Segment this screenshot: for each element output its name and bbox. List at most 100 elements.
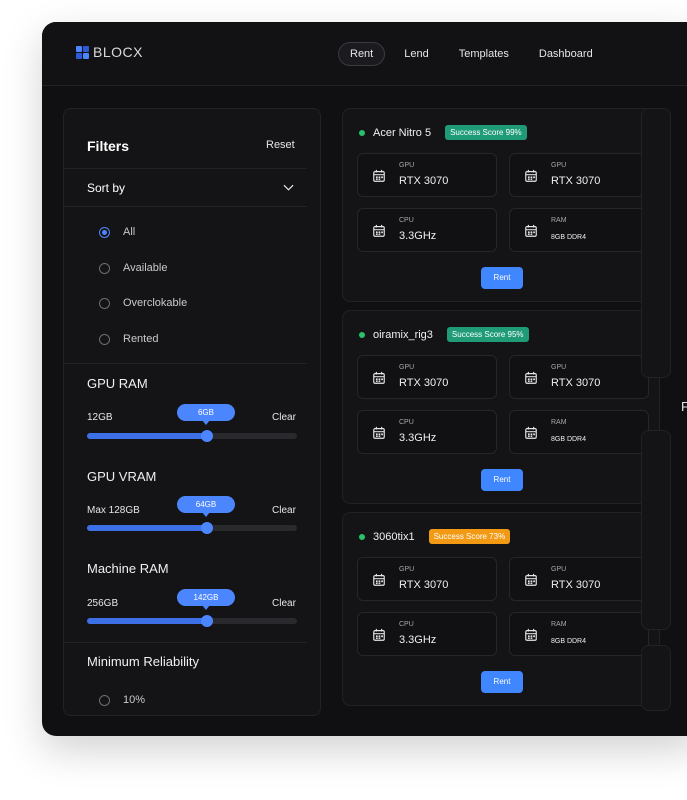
spec-tile: GPU RTX 3070 <box>509 557 649 601</box>
spec-tile: RAM 8GB DDR4 <box>509 410 649 454</box>
sort-by-label[interactable]: Sort by <box>87 181 125 195</box>
spec-tile: CPU 3.3GHz <box>357 208 497 252</box>
nav-lend[interactable]: Lend <box>393 43 439 65</box>
next-column-heading: F <box>681 399 687 414</box>
spec-tile: RAM 8GB DDR4 <box>509 208 649 252</box>
spec-tile: GPU RTX 3070 <box>357 153 497 197</box>
machine-name: oiramix_rig3 <box>373 328 433 341</box>
card-header: oiramix_rig3 Success Score 95% <box>359 327 529 342</box>
slider-fill <box>87 433 207 439</box>
radio-checked[interactable] <box>99 226 110 238</box>
slider-thumb[interactable] <box>200 522 213 534</box>
sort-option-label: All <box>123 226 136 238</box>
machine-ram-title: Machine RAM <box>87 561 169 576</box>
slider-fill <box>87 618 207 624</box>
chip-icon <box>372 371 386 385</box>
gpu-ram-title: GPU RAM <box>87 376 148 391</box>
spec-value: 8GB DDR4 <box>551 234 587 241</box>
spec-tile: CPU 3.3GHz <box>357 612 497 656</box>
slider-thumb[interactable] <box>200 430 213 442</box>
chip-icon <box>524 169 538 183</box>
machine-name: 3060tix1 <box>373 530 415 543</box>
chip-icon <box>524 628 538 642</box>
machine-ram-range-label: 256GB <box>87 598 119 609</box>
next-column-card <box>641 430 671 630</box>
next-column-card <box>641 645 671 711</box>
sort-option-label: Rented <box>123 333 159 345</box>
spec-tile: GPU RTX 3070 <box>509 153 649 197</box>
spec-label: GPU <box>399 364 415 371</box>
gpu-vram-clear-button[interactable]: Clear <box>272 505 296 516</box>
chip-icon <box>524 371 538 385</box>
card-header: 3060tix1 Success Score 73% <box>359 529 511 544</box>
machine-ram-clear-button[interactable]: Clear <box>272 598 296 609</box>
chip-icon <box>372 426 386 440</box>
machine-card: Acer Nitro 5 Success Score 99% GPU RTX 30… <box>342 108 660 302</box>
radio[interactable] <box>99 333 110 345</box>
chip-icon <box>372 573 386 587</box>
slider-thumb[interactable] <box>200 615 213 627</box>
sort-option-all[interactable]: All <box>99 226 135 238</box>
reliability-option[interactable]: 10% <box>99 694 145 706</box>
reset-button[interactable]: Reset <box>266 139 295 151</box>
online-status-dot <box>359 533 365 540</box>
rent-button[interactable]: Rent <box>481 267 523 289</box>
sort-option-label: Overclokable <box>123 297 188 309</box>
sort-option-available[interactable]: Available <box>99 262 167 274</box>
gpu-ram-value-bubble: 6GB <box>177 404 235 425</box>
spec-tile: GPU RTX 3070 <box>357 355 497 399</box>
gpu-ram-slider[interactable] <box>87 430 297 442</box>
sort-option-rented[interactable]: Rented <box>99 333 158 345</box>
spec-value: RTX 3070 <box>551 175 601 187</box>
radio[interactable] <box>99 297 110 309</box>
nav-dashboard[interactable]: Dashboard <box>528 43 604 65</box>
spec-label: CPU <box>399 217 414 224</box>
machine-card: oiramix_rig3 Success Score 95% GPU RTX 30… <box>342 310 660 504</box>
spec-label: CPU <box>399 621 414 628</box>
chip-icon <box>524 224 538 238</box>
divider <box>63 168 307 169</box>
main-nav: Rent Lend Templates Dashboard <box>338 42 612 66</box>
gpu-ram-clear-button[interactable]: Clear <box>272 412 296 423</box>
nav-templates[interactable]: Templates <box>448 43 520 65</box>
spec-tile: CPU 3.3GHz <box>357 410 497 454</box>
success-score-badge: Success Score 99% <box>445 125 527 140</box>
radio[interactable] <box>99 694 110 706</box>
online-status-dot <box>359 129 365 136</box>
spec-value: RTX 3070 <box>399 579 449 591</box>
machine-ram-slider[interactable] <box>87 615 297 627</box>
gpu-vram-slider[interactable] <box>87 522 297 534</box>
spec-label: RAM <box>551 621 567 628</box>
top-bar: BLOCX Rent Lend Templates Dashboard <box>42 22 687 86</box>
sort-option-overclockable[interactable]: Overclokable <box>99 297 187 309</box>
gpu-vram-range-label: Max 128GB <box>87 505 140 516</box>
spec-label: GPU <box>551 364 567 371</box>
sort-option-label: Available <box>123 262 168 274</box>
min-reliability-title: Minimum Reliability <box>87 654 199 669</box>
brand-logo[interactable]: BLOCX <box>76 44 143 60</box>
rent-button[interactable]: Rent <box>481 671 523 693</box>
brand-name: BLOCX <box>93 44 143 60</box>
spec-label: GPU <box>399 566 415 573</box>
spec-value: RTX 3070 <box>551 579 601 591</box>
logo-icon <box>76 45 89 59</box>
spec-value: 3.3GHz <box>399 230 437 242</box>
online-status-dot <box>359 331 365 338</box>
divider <box>63 206 307 207</box>
chevron-down-icon[interactable] <box>283 182 294 193</box>
spec-value: 3.3GHz <box>399 432 437 444</box>
nav-rent[interactable]: Rent <box>338 42 386 66</box>
chip-icon <box>524 573 538 587</box>
machine-name: Acer Nitro 5 <box>373 126 432 139</box>
spec-value: RTX 3070 <box>399 377 449 389</box>
spec-label: GPU <box>551 162 567 169</box>
success-score-badge: Success Score 73% <box>428 529 511 544</box>
spec-label: GPU <box>399 162 415 169</box>
reliability-option-label: 10% <box>123 694 146 706</box>
chip-icon <box>524 426 538 440</box>
rent-button[interactable]: Rent <box>481 469 523 491</box>
divider <box>63 642 307 643</box>
radio[interactable] <box>99 262 110 274</box>
machine-ram-value-bubble: 142GB <box>177 589 235 610</box>
machine-card: 3060tix1 Success Score 73% GPU RTX 3070 GP… <box>342 512 660 706</box>
